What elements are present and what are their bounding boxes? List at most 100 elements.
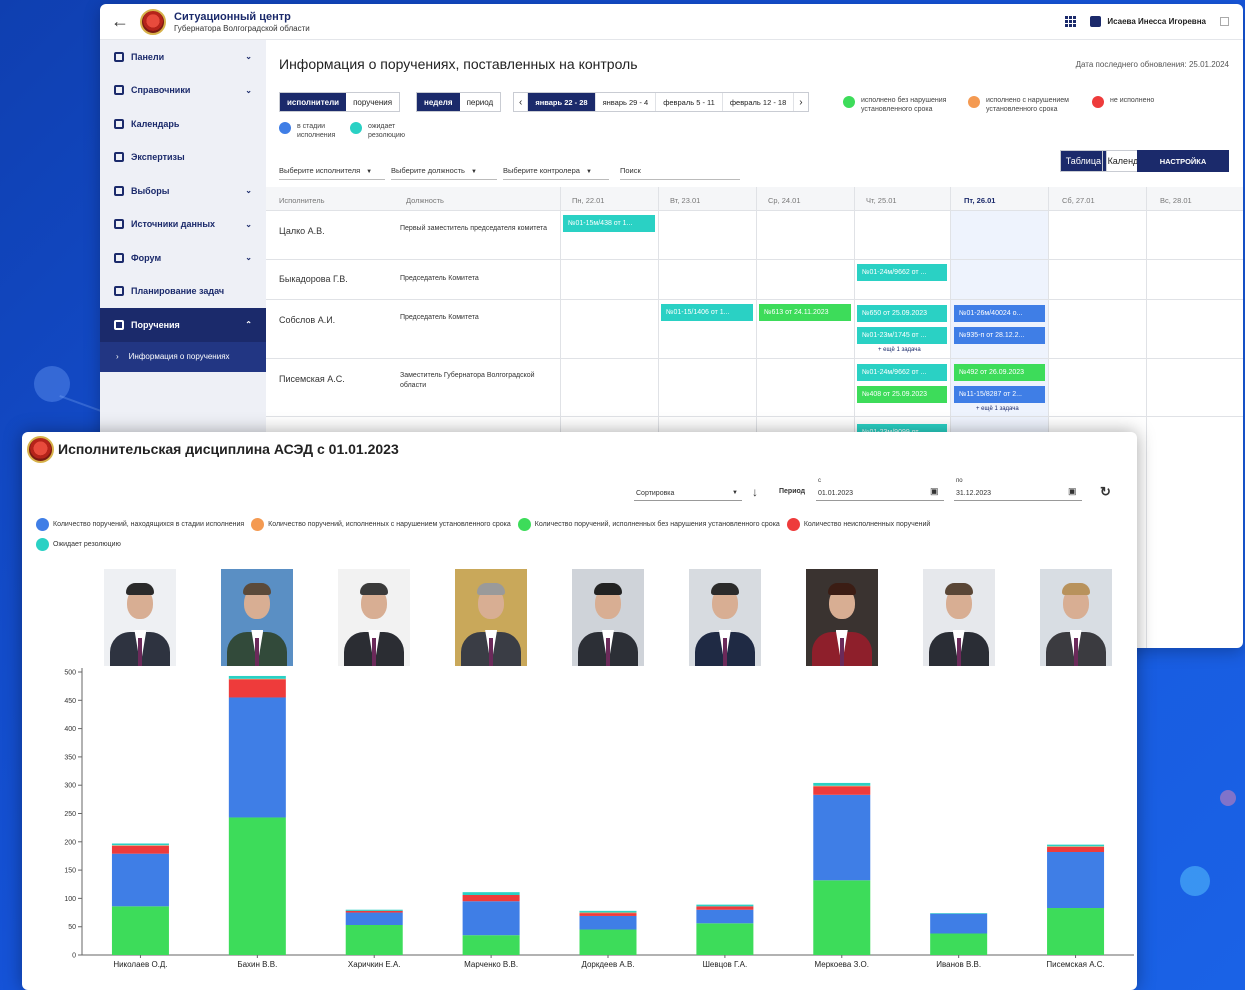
order-tag[interactable]: №01-15м/438 от 1...: [563, 215, 655, 232]
order-tag[interactable]: №11-15/8287 от 2...: [954, 386, 1045, 403]
more-tasks-link[interactable]: + ещё 1 задача: [976, 406, 1019, 412]
tab-orders[interactable]: поручения: [346, 93, 399, 111]
logout-icon[interactable]: [1220, 17, 1229, 26]
settings-button[interactable]: НАСТРОЙКА: [1137, 150, 1229, 172]
bar-segment: [1047, 846, 1105, 852]
order-tag[interactable]: №492 от 26.09.2023: [954, 364, 1045, 381]
user-menu[interactable]: Исаева Инесса Игоревна: [1090, 16, 1206, 27]
status-legend-item: не исполнено: [1092, 96, 1222, 108]
table-row[interactable]: Быкадорова Г.В. Председатель Комитета: [266, 260, 1243, 300]
column-header: Пт, 26.01: [964, 196, 996, 205]
tab-week[interactable]: неделя: [417, 93, 460, 111]
order-tag[interactable]: №650 от 25.09.2023: [857, 305, 947, 322]
column-header: Вт, 23.01: [670, 196, 701, 205]
sidebar-item-orders[interactable]: Поручения ⌃: [100, 308, 266, 342]
order-tag[interactable]: №01-24м/9662 от ...: [857, 264, 947, 281]
sidebar-item-forum[interactable]: Форум ⌄: [100, 241, 266, 275]
table-view-button[interactable]: Таблица: [1059, 150, 1107, 172]
week-option[interactable]: февраль 5 - 11: [656, 93, 723, 111]
sidebar-item-panels[interactable]: Панели ⌄: [100, 40, 266, 74]
caret-down-icon: ▼: [366, 169, 373, 175]
order-tag[interactable]: №01-15/1406 от 1...: [661, 304, 753, 321]
chevron-left-icon[interactable]: ‹: [514, 93, 529, 111]
table-row[interactable]: Собслов А.И. Председатель Комитета: [266, 300, 1243, 359]
week-option[interactable]: февраль 12 - 18: [723, 93, 795, 111]
more-tasks-link[interactable]: + ещё 1 задача: [878, 347, 921, 353]
bar-segment: [579, 912, 637, 914]
y-tick-label: 500: [64, 670, 76, 677]
database-icon: [114, 219, 124, 230]
chevron-down-icon: ⌄: [245, 186, 252, 196]
sidebar-subitem-orders-info[interactable]: › Информация о поручениях: [100, 341, 266, 372]
sidebar-item-calendar[interactable]: Календарь: [100, 107, 266, 141]
chevron-down-icon: ⌄: [245, 85, 252, 95]
sidebar-item-expertise[interactable]: Экспертизы: [100, 141, 266, 175]
sidebar-item-directories[interactable]: Справочники ⌄: [100, 74, 266, 108]
y-tick-label: 0: [72, 953, 76, 960]
order-tag[interactable]: №01-26м/40024 о...: [954, 305, 1045, 322]
week-selector: ‹ январь 22 - 28 январь 29 - 4 февраль 5…: [513, 92, 809, 112]
order-tag[interactable]: №01-23м/1745 от ...: [857, 327, 947, 344]
controller-filter[interactable]: Выберите контролера ▼: [503, 166, 609, 180]
bar-segment: [696, 906, 754, 910]
table-row[interactable]: Цалко А.В. Первый заместитель председате…: [266, 211, 1243, 260]
bar-segment: [579, 913, 637, 916]
status-legend-item: исполнено без нарушения установленного с…: [843, 96, 973, 114]
coat-of-arms-logo: [140, 8, 166, 35]
column-header: Вс, 28.01: [1160, 196, 1192, 205]
executor-name: Цалко А.В.: [279, 226, 325, 236]
executor-filter[interactable]: Выберите исполнителя ▼: [279, 166, 385, 180]
chevron-right-icon[interactable]: ›: [794, 93, 807, 111]
order-tag[interactable]: №613 от 24.11.2023: [759, 304, 851, 321]
column-header: Сб, 27.01: [1062, 196, 1095, 205]
chevron-up-icon: ⌃: [245, 320, 252, 330]
tab-period[interactable]: период: [460, 93, 501, 111]
tab-executors[interactable]: исполнители: [280, 93, 347, 111]
orders-icon: [114, 319, 124, 330]
y-tick-label: 450: [64, 698, 76, 705]
bar-segment: [579, 929, 637, 955]
bar-segment: [579, 910, 637, 913]
executor-position: Заместитель Губернатора Волгоградской об…: [400, 372, 535, 389]
sidebar-item-elections[interactable]: Выборы ⌄: [100, 174, 266, 208]
bar-segment: [462, 935, 520, 955]
column-header: Исполнитель: [279, 196, 325, 205]
week-option[interactable]: январь 29 - 4: [596, 93, 657, 111]
bar-segment: [1047, 851, 1105, 909]
calendar-icon: [114, 118, 124, 129]
column-header: Должность: [406, 196, 444, 205]
status-dot: [968, 96, 980, 108]
status-dot: [1092, 96, 1104, 108]
x-tick-label: Марченко В.В.: [464, 960, 518, 969]
apps-grid-icon[interactable]: [1065, 16, 1077, 27]
sidebar-item-task-planning[interactable]: Планирование задач: [100, 275, 266, 309]
position-filter[interactable]: Выберите должность ▼: [391, 166, 497, 180]
status-dot: [350, 122, 362, 134]
back-arrow-icon[interactable]: ←: [100, 11, 140, 32]
table-row[interactable]: Писемская А.С. Заместитель Губернатора В…: [266, 359, 1243, 417]
order-tag[interactable]: №408 от 25.09.2023: [857, 386, 947, 403]
status-legend-item: в стадии исполнения: [279, 122, 349, 140]
forum-icon: [114, 252, 124, 263]
x-tick-label: Бахин В.В.: [237, 960, 277, 969]
user-name: Исаева Инесса Игоревна: [1107, 17, 1206, 26]
bar-segment: [930, 913, 988, 914]
order-tag[interactable]: №01-24м/9662 от ...: [857, 364, 947, 381]
bar-segment: [345, 910, 403, 913]
bar-segment: [813, 786, 871, 795]
bar-segment: [813, 782, 871, 786]
bar-segment: [696, 904, 754, 907]
bar-segment: [111, 845, 169, 854]
search-input[interactable]: Поиск: [620, 166, 740, 180]
order-tag[interactable]: №935-п от 28.12.2...: [954, 327, 1045, 344]
bar-segment: [111, 845, 169, 846]
sidebar-item-data-sources[interactable]: Источники данных ⌄: [100, 208, 266, 242]
executor-position: Председатель Комитета: [400, 314, 479, 321]
week-option[interactable]: январь 22 - 28: [528, 93, 596, 111]
app-title: Ситуационный центр: [174, 10, 291, 23]
column-header: Пн, 22.01: [572, 196, 605, 205]
bar-segment: [696, 923, 754, 955]
bar-segment: [462, 901, 520, 936]
book-icon: [114, 85, 124, 96]
table-header: Исполнитель Должность Пн, 22.01 Вт, 23.0…: [266, 187, 1243, 211]
